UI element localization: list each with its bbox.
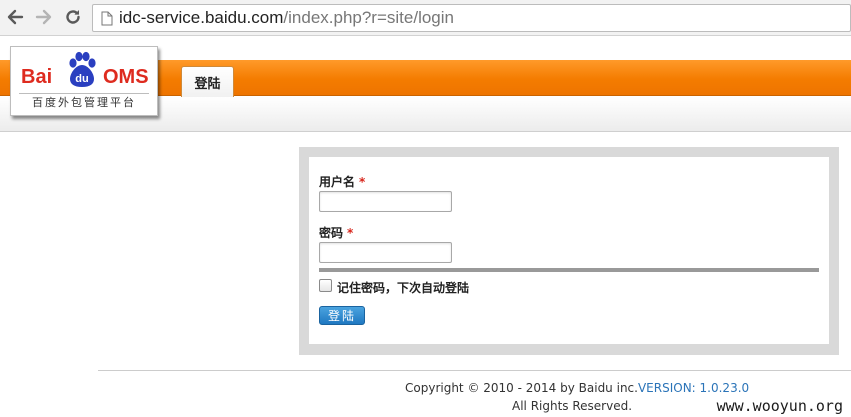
back-arrow-icon[interactable]: [4, 6, 26, 28]
copyright-text: Copyright © 2010 - 2014 by Baidu inc.: [405, 381, 638, 395]
logo-text-oms: OMS: [103, 66, 149, 88]
rights-text: All Rights Reserved.: [512, 399, 633, 413]
form-divider: [319, 268, 819, 272]
url-host: idc-service.baidu.com: [119, 8, 284, 27]
remember-checkbox[interactable]: [319, 279, 332, 292]
version-text: VERSION: 1.0.23.0: [637, 381, 750, 395]
forward-arrow-icon[interactable]: [33, 6, 55, 28]
copyright: Copyright © 2010 - 2014 by Baidu inc.VER…: [405, 381, 749, 395]
login-panel: 用户名 * 密码 * 记住密码，下次自动登陆 登陆: [299, 147, 839, 355]
login-form: 用户名 * 密码 * 记住密码，下次自动登陆 登陆: [309, 157, 829, 344]
remember-label[interactable]: 记住密码，下次自动登陆: [337, 279, 469, 296]
username-label: 用户名 *: [319, 173, 365, 190]
required-asterisk: *: [359, 175, 366, 189]
username-label-text: 用户名: [319, 175, 356, 189]
watermark: www.wooyun.org: [716, 397, 843, 415]
logo-wordmark: Bai du OMS: [21, 51, 151, 91]
username-input[interactable]: [319, 191, 452, 212]
browser-toolbar: idc-service.baidu.com/index.php?r=site/l…: [0, 0, 851, 36]
address-bar[interactable]: idc-service.baidu.com/index.php?r=site/l…: [92, 4, 851, 32]
password-input[interactable]: [319, 242, 452, 263]
password-label-text: 密码: [319, 226, 344, 240]
baidu-oms-logo: Bai du OMS 百度外包管理平台: [10, 46, 158, 116]
logo-text-bai: Bai: [21, 66, 53, 88]
footer-divider: [98, 370, 851, 371]
tab-login[interactable]: 登陆: [181, 66, 234, 97]
login-button[interactable]: 登陆: [319, 306, 365, 325]
logo-subtitle-wrap: 百度外包管理平台: [19, 93, 149, 112]
logo-subtitle: 百度外包管理平台: [32, 96, 136, 109]
baidu-paw-icon: du: [69, 51, 96, 87]
page-icon: [101, 11, 113, 31]
logo-paw-text: du: [75, 73, 88, 85]
url-path: /index.php?r=site/login: [283, 8, 454, 27]
url-text[interactable]: idc-service.baidu.com/index.php?r=site/l…: [119, 8, 454, 28]
page: idc-service.baidu.com/index.php?r=site/l…: [0, 0, 851, 417]
reload-icon[interactable]: [62, 6, 84, 28]
required-asterisk: *: [347, 226, 354, 240]
password-label: 密码 *: [319, 224, 353, 241]
